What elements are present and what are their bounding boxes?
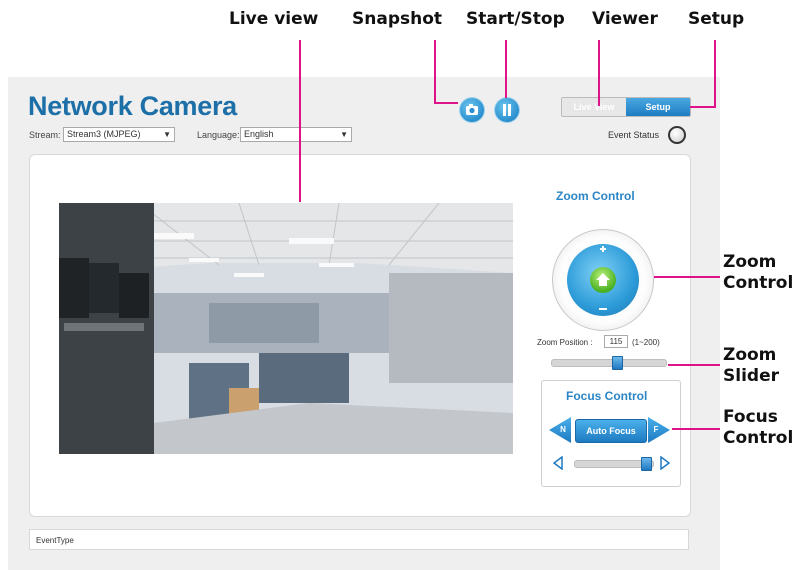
pause-icon — [503, 104, 511, 116]
event-status-indicator — [668, 126, 686, 144]
callout-snapshot: Snapshot — [352, 9, 443, 29]
zoom-position-label: Zoom Position : — [537, 338, 593, 347]
callout-focus-control-line1: Focus — [723, 407, 778, 427]
callout-line-snapshot — [434, 40, 436, 104]
live-video[interactable] — [59, 203, 513, 454]
focus-left-arrow-icon[interactable] — [553, 456, 563, 470]
tab-live-view[interactable]: Live View — [562, 98, 626, 116]
callout-zoom-slider-line2: Slider — [723, 366, 779, 386]
page-title: Network Camera — [28, 91, 237, 121]
focus-slider-thumb[interactable] — [641, 457, 652, 471]
callout-line-live-view — [299, 40, 301, 202]
language-label: Language: — [197, 130, 240, 140]
event-type-bar: EventType — [29, 529, 689, 550]
zoom-slider[interactable] — [551, 356, 667, 370]
zoom-position-input[interactable]: 115 — [604, 335, 628, 348]
callout-zoom-control-line2: Control — [723, 273, 794, 293]
zoom-slider-thumb[interactable] — [612, 356, 623, 370]
callout-line-setup — [714, 40, 716, 108]
stream-select[interactable]: Stream3 (MJPEG) ▼ — [63, 127, 175, 142]
callout-zoom-slider-line1: Zoom — [723, 345, 777, 365]
stream-label: Stream: — [29, 130, 61, 140]
language-value: English — [244, 129, 274, 139]
zoom-pad — [567, 244, 639, 316]
callout-zoom-control-line1: Zoom — [723, 252, 777, 272]
callout-setup: Setup — [688, 9, 745, 29]
focus-near-label: N — [560, 425, 566, 434]
tab-setup[interactable]: Setup — [626, 98, 690, 116]
callout-line-focus-control — [672, 428, 720, 430]
callout-viewer: Viewer — [592, 9, 658, 29]
zoom-in-button[interactable] — [594, 229, 614, 253]
view-tabs: Live View Setup — [561, 97, 691, 117]
callout-zoom-slider: Zoom Slider — [723, 345, 779, 387]
callout-start-stop: Start/Stop — [466, 9, 565, 29]
camera-icon — [466, 104, 478, 115]
callout-focus-control: Focus Control — [723, 407, 793, 449]
callout-line-zoom-control — [654, 276, 720, 278]
zoom-home-button[interactable] — [590, 267, 616, 293]
callout-focus-control-line2: Control — [723, 428, 794, 448]
language-select[interactable]: English ▼ — [240, 127, 352, 142]
zoom-out-button[interactable] — [594, 307, 614, 329]
callout-line-zoom-slider — [668, 364, 720, 366]
zoom-control-title: Zoom Control — [556, 189, 635, 203]
callout-line-snapshot-h — [434, 102, 458, 104]
chevron-down-icon: ▼ — [163, 130, 171, 139]
zoom-range-label: (1~200) — [632, 338, 660, 347]
focus-far-label: F — [653, 425, 659, 434]
callout-zoom-control: Zoom Control — [723, 252, 793, 294]
start-stop-button[interactable] — [495, 98, 519, 122]
event-status-label: Event Status — [608, 130, 660, 140]
live-video-image — [59, 203, 513, 454]
callout-line-start-stop — [505, 40, 507, 98]
focus-right-arrow-icon[interactable] — [660, 456, 670, 470]
home-icon — [596, 273, 610, 286]
stream-value: Stream3 (MJPEG) — [67, 129, 141, 139]
auto-focus-button[interactable]: Auto Focus — [575, 419, 647, 443]
focus-control-title: Focus Control — [566, 389, 648, 403]
callout-line-viewer — [598, 40, 600, 106]
snapshot-button[interactable] — [460, 98, 484, 122]
callout-live-view: Live view — [229, 9, 319, 29]
focus-slider[interactable] — [574, 457, 654, 471]
chevron-down-icon: ▼ — [340, 130, 348, 139]
camera-web-ui: Network Camera Live View Setup Stream: S… — [8, 77, 720, 570]
callout-line-setup-h — [690, 106, 716, 108]
